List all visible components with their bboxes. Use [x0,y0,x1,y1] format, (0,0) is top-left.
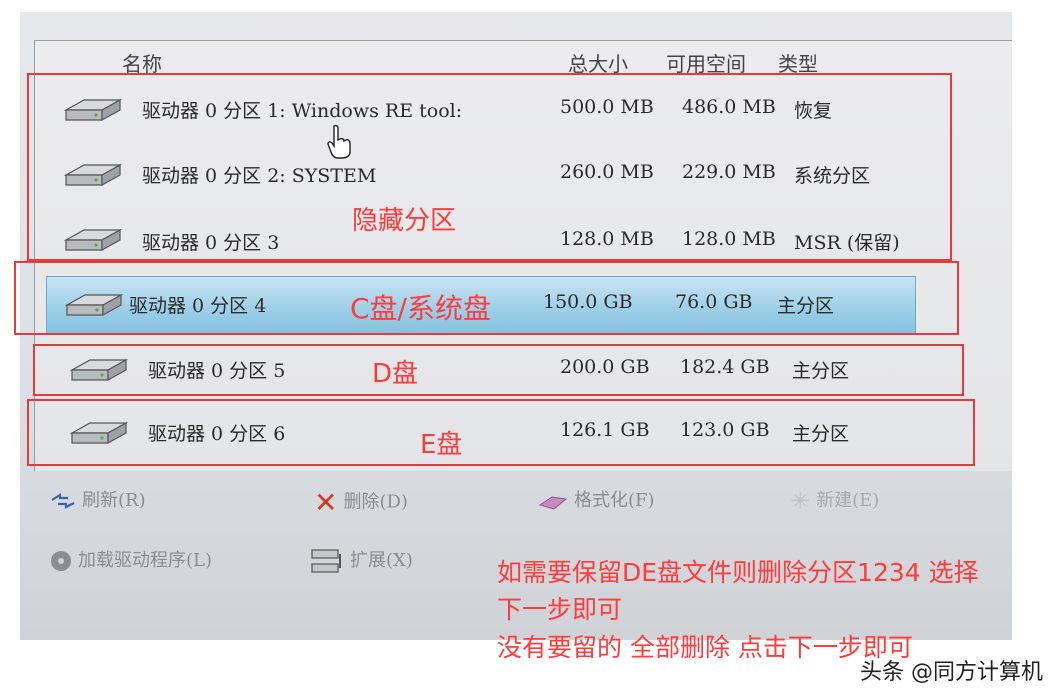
load-driver-button[interactable]: 加载驱动程序(L) [50,546,212,572]
refresh-icon [51,493,75,509]
format-label: 格式化(F) [574,490,655,511]
delete-button[interactable]: ✕ 删除(D) [314,486,408,519]
refresh-button[interactable]: 刷新(R) [50,486,146,512]
hidden-partition-label: 隐藏分区 [352,206,457,236]
delete-x-icon: ✕ [314,486,338,519]
e-drive-highlight [27,399,975,466]
extend-label: 扩展(X) [350,550,413,571]
cd-disc-icon [51,551,71,571]
refresh-label: 刷新(R) [82,490,146,511]
instruction-line-1: 如需要保留DE盘文件则删除分区1234 选择 [497,558,979,587]
instruction-line-3: 没有要留的 全部删除 点击下一步即可 [497,633,913,662]
extend-button[interactable]: 扩展(X) [310,546,413,576]
delete-label: 删除(D) [343,491,408,513]
sparkle-icon: ✳ [790,487,811,515]
new-label: 新建(E) [816,490,880,511]
d-drive-highlight [33,344,964,396]
extend-drive-icon [311,549,341,573]
load-driver-label: 加载驱动程序(L) [78,550,212,571]
c-drive-label: C盘/系统盘 [350,292,491,325]
instruction-line-2: 下一步即可 [497,595,623,624]
eraser-icon [538,496,568,510]
d-drive-label: D盘 [372,359,419,389]
e-drive-label: E盘 [420,430,463,460]
new-button[interactable]: ✳ 新建(E) [790,486,879,515]
hidden-partitions-highlight [27,73,952,261]
format-button[interactable]: 格式化(F) [538,486,655,512]
watermark: 头条 @同方计算机 [860,660,1043,685]
